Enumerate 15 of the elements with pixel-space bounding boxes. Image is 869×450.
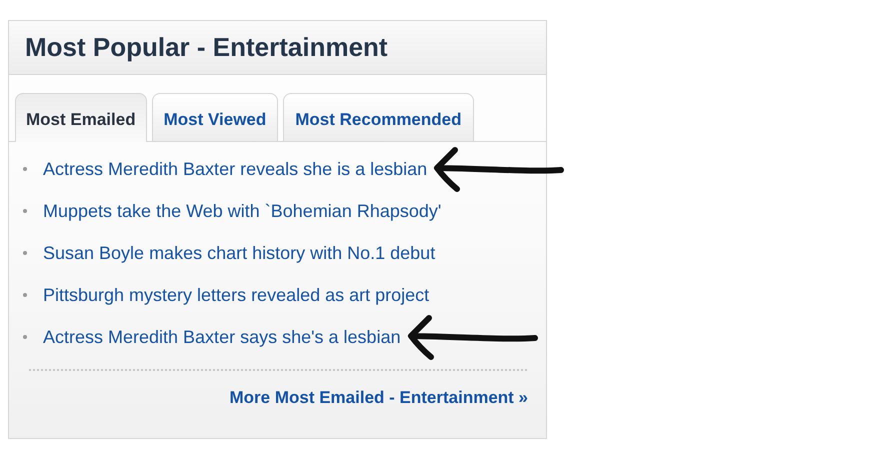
bullet-icon [23, 335, 27, 339]
bullet-icon [23, 167, 27, 171]
bullet-icon [23, 293, 27, 297]
more-link[interactable]: More Most Emailed - Entertainment » [230, 385, 528, 410]
bullet-icon [23, 209, 27, 213]
headline-link[interactable]: Susan Boyle makes chart history with No.1 debut [43, 240, 436, 266]
headline-link[interactable]: Pittsburgh mystery letters revealed as art project [43, 282, 430, 308]
headline-link[interactable]: Actress Meredith Baxter says she's a lesbian [43, 324, 401, 350]
tab[interactable]: Most Emailed [15, 93, 147, 142]
bullet-icon [23, 251, 27, 255]
widget-title: Most Popular - Entertainment [25, 31, 388, 64]
headline-link[interactable]: Muppets take the Web with `Bohemian Rhapsody' [43, 198, 442, 224]
headline-link[interactable]: Actress Meredith Baxter reveals she is a lesbian [43, 156, 428, 182]
tab[interactable]: Most Recommended [283, 93, 474, 141]
tab[interactable]: Most Viewed [152, 93, 278, 141]
